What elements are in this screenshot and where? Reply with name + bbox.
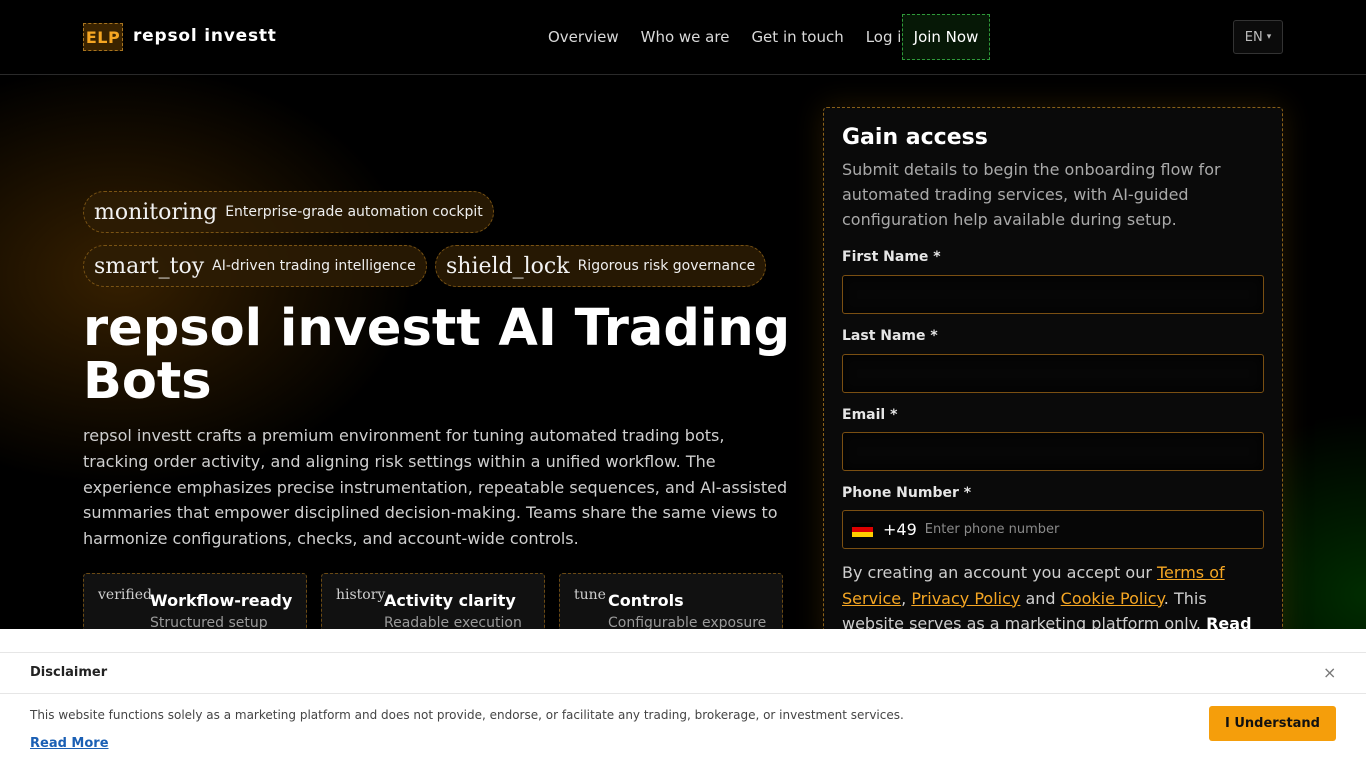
main-nav: Overview Who we are Get in touch Log in: [548, 28, 933, 46]
feature-chip-risk: shield_lock Rigorous risk governance: [435, 245, 767, 287]
disclaimer-banner: Disclaimer × This website functions sole…: [0, 629, 1366, 768]
nav-get-in-touch[interactable]: Get in touch: [751, 28, 843, 46]
last-name-label: Last Name *: [842, 328, 938, 344]
first-name-label: First Name *: [842, 249, 941, 265]
language-code: EN: [1244, 29, 1263, 45]
dial-code[interactable]: +49: [883, 520, 917, 539]
form-title: Gain access: [842, 125, 988, 150]
verified-icon: verified: [98, 587, 152, 603]
terms-prefix: By creating an account you accept our: [842, 563, 1157, 582]
email-input[interactable]: [842, 432, 1264, 471]
logo[interactable]: ELP: [83, 23, 123, 51]
phone-label: Phone Number *: [842, 485, 972, 501]
terms-text: By creating an account you accept our Te…: [842, 560, 1264, 637]
close-icon[interactable]: ×: [1323, 663, 1336, 682]
first-name-input[interactable]: [842, 275, 1264, 314]
join-now-button[interactable]: Join Now: [902, 14, 990, 60]
nav-who-we-are[interactable]: Who we are: [641, 28, 730, 46]
card-title: Workflow-ready: [150, 591, 293, 610]
smart-toy-icon: smart_toy: [94, 253, 205, 279]
last-name-input[interactable]: [842, 354, 1264, 393]
privacy-policy-link[interactable]: Privacy Policy: [911, 589, 1020, 608]
disclaimer-title: Disclaimer: [30, 665, 108, 680]
email-label: Email *: [842, 407, 898, 423]
phone-field: +49: [842, 510, 1264, 549]
shield-lock-icon: shield_lock: [446, 253, 570, 279]
feature-card-controls: tune Controls Configurable exposure: [559, 573, 783, 633]
phone-input[interactable]: [924, 511, 1105, 548]
site-header: ELP repsol investt Overview Who we are G…: [0, 0, 1366, 75]
disclaimer-read-more-link[interactable]: Read More: [30, 736, 109, 751]
hero-description: repsol investt crafts a premium environm…: [83, 426, 788, 549]
feature-card-workflow: verified Workflow-ready Structured setup: [83, 573, 307, 633]
card-title: Controls: [608, 591, 684, 610]
nav-overview[interactable]: Overview: [548, 28, 619, 46]
germany-flag-icon[interactable]: [852, 522, 873, 537]
monitoring-icon: monitoring: [94, 199, 218, 225]
tune-icon: tune: [574, 587, 606, 603]
form-description: Submit details to begin the onboarding f…: [842, 160, 1221, 229]
chevron-down-icon: ▾: [1266, 32, 1272, 42]
chip-label: Enterprise-grade automation cockpit: [225, 204, 483, 220]
card-title: Activity clarity: [384, 591, 516, 610]
terms-separator: ,: [901, 588, 912, 608]
divider: [0, 652, 1366, 653]
chip-label: Rigorous risk governance: [577, 258, 756, 274]
language-selector[interactable]: EN ▾: [1233, 20, 1283, 54]
terms-separator: and: [1020, 588, 1061, 608]
disclaimer-text: This website functions solely as a marke…: [30, 708, 904, 722]
chip-label: AI-driven trading intelligence: [212, 258, 416, 274]
i-understand-button[interactable]: I Understand: [1209, 706, 1336, 741]
signup-form-panel: Gain access Submit details to begin the …: [823, 107, 1283, 647]
cookie-policy-link[interactable]: Cookie Policy: [1061, 589, 1164, 608]
hero-title: repsol investt AI Trading Bots: [83, 299, 791, 411]
feature-chip-ai: smart_toy AI-driven trading intelligence: [83, 245, 427, 287]
brand-name[interactable]: repsol investt: [133, 26, 277, 46]
history-icon: history: [336, 587, 386, 603]
feature-card-activity: history Activity clarity Readable execut…: [321, 573, 545, 633]
feature-chip-automation: monitoring Enterprise-grade automation c…: [83, 191, 494, 233]
divider: [0, 693, 1366, 694]
